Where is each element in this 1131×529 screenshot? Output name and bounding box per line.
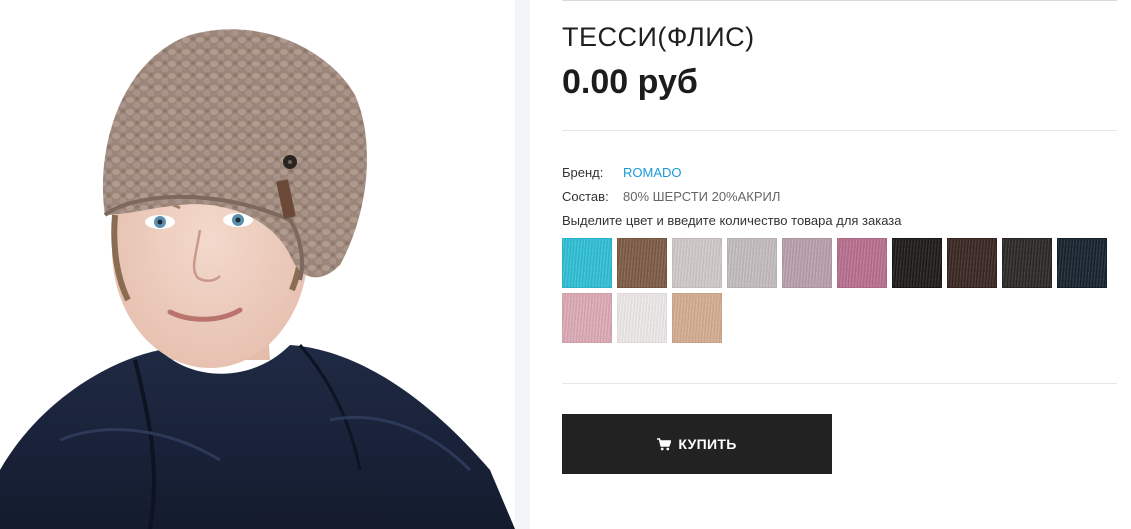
color-swatch[interactable] bbox=[1057, 238, 1107, 288]
color-swatch[interactable] bbox=[947, 238, 997, 288]
buy-button[interactable]: КУПИТЬ bbox=[562, 414, 832, 474]
brand-label: Бренд: bbox=[562, 165, 604, 180]
product-photo-image bbox=[0, 0, 515, 529]
product-price: 0.00 руб bbox=[562, 63, 698, 101]
photo-edge bbox=[515, 0, 530, 529]
divider bbox=[562, 130, 1117, 131]
product-page: ТЕССИ(ФЛИС) 0.00 руб Бренд: ROMADO Состав… bbox=[0, 0, 1131, 529]
color-swatch[interactable] bbox=[1002, 238, 1052, 288]
color-swatch[interactable] bbox=[672, 293, 722, 343]
color-swatch[interactable] bbox=[617, 238, 667, 288]
color-swatch[interactable] bbox=[727, 238, 777, 288]
color-swatch[interactable] bbox=[782, 238, 832, 288]
divider bbox=[562, 383, 1117, 384]
product-info: ТЕССИ(ФЛИС) 0.00 руб Бренд: ROMADO Состав… bbox=[562, 0, 1117, 529]
buy-button-label: КУПИТЬ bbox=[678, 436, 737, 452]
product-title: ТЕССИ(ФЛИС) bbox=[562, 22, 755, 52]
composition-value: 80% ШЕРСТИ 20%АКРИЛ bbox=[623, 189, 781, 204]
color-swatch[interactable] bbox=[837, 238, 887, 288]
color-instruction: Выделите цвет и введите количество товар… bbox=[562, 213, 902, 228]
color-swatch[interactable] bbox=[562, 293, 612, 343]
color-swatch[interactable] bbox=[892, 238, 942, 288]
composition-label: Состав: bbox=[562, 189, 609, 204]
color-swatch[interactable] bbox=[617, 293, 667, 343]
brand-row: Бренд: ROMADO bbox=[562, 165, 682, 180]
composition-row: Состав: 80% ШЕРСТИ 20%АКРИЛ bbox=[562, 189, 780, 204]
color-swatch[interactable] bbox=[562, 238, 612, 288]
color-swatch[interactable] bbox=[672, 238, 722, 288]
brand-link[interactable]: ROMADO bbox=[623, 165, 682, 180]
divider-top bbox=[562, 0, 1117, 1]
cart-icon bbox=[657, 437, 672, 450]
product-photo bbox=[0, 0, 530, 529]
